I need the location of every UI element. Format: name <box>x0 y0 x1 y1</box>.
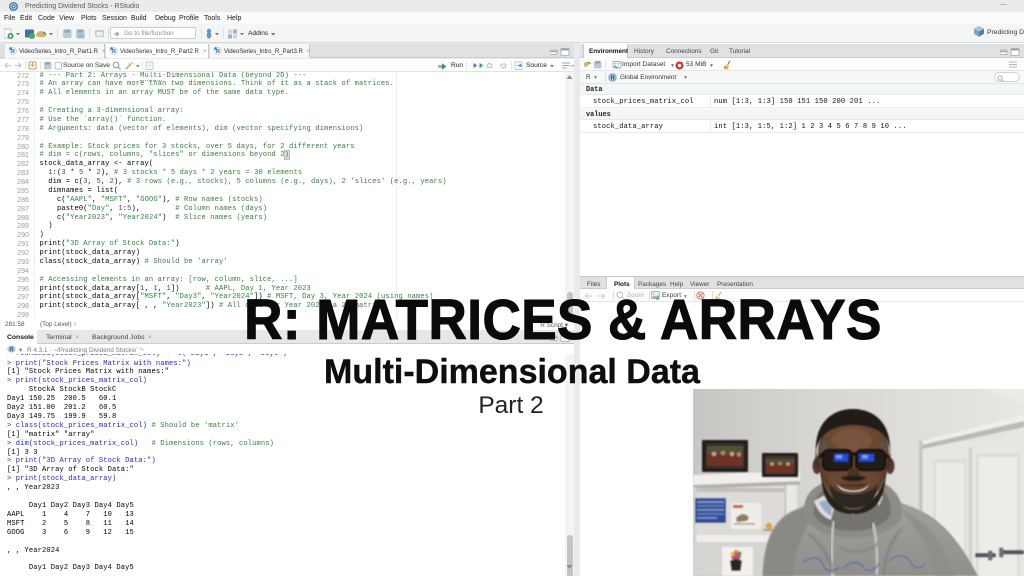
svg-text:R: R <box>216 49 220 55</box>
svg-text:R: R <box>611 75 615 81</box>
svg-text:R: R <box>9 347 14 353</box>
svg-text:R: R <box>112 49 116 55</box>
svg-text:R: R <box>11 49 15 55</box>
